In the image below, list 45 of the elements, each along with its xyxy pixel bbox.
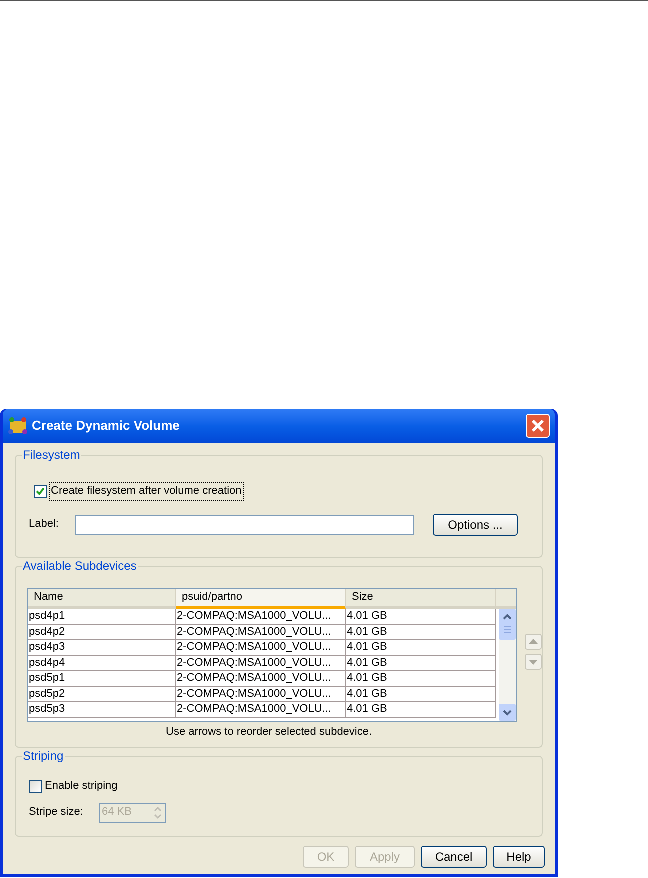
app-icon: [8, 417, 28, 435]
column-header[interactable]: psuid/partno: [176, 589, 346, 609]
table-cell: 2-COMPAQ:MSA1000_VOLU...: [176, 624, 346, 639]
window-title: Create Dynamic Volume: [32, 417, 181, 436]
hint-text: Use arrows to reorder selected subdevice.: [166, 725, 372, 740]
close-button[interactable]: [526, 414, 550, 438]
table-cell: psd5p3: [28, 702, 176, 716]
label-field[interactable]: [75, 514, 414, 534]
table-cell: psd4p3: [28, 640, 176, 654]
table-cell: 4.01 GB: [346, 671, 496, 686]
table-cell: 2-COMPAQ:MSA1000_VOLU...: [176, 656, 346, 670]
options-button[interactable]: Options ...: [433, 514, 518, 536]
group-title: Striping: [22, 748, 65, 764]
table-cell: 4.01 GB: [346, 686, 496, 701]
table-cell: psd5p1: [28, 671, 176, 686]
table-cell: 2-COMPAQ:MSA1000_VOLU...: [176, 640, 346, 654]
close-icon: [531, 419, 545, 433]
table-cell: 4.01 GB: [346, 702, 496, 716]
table-cell: 4.01 GB: [346, 640, 496, 654]
table-cell: psd5p2: [28, 686, 176, 701]
scroll-down-icon[interactable]: [499, 704, 516, 721]
table-cell: 2-COMPAQ:MSA1000_VOLU...: [176, 609, 346, 624]
checkbox[interactable]: [29, 780, 42, 793]
checkmark-icon: [36, 486, 45, 496]
scrollbar[interactable]: [499, 609, 516, 721]
dialog-button[interactable]: Cancel: [421, 846, 487, 868]
dialog-button[interactable]: Help: [493, 846, 545, 868]
checkbox-label: Create filesystem after volume creation: [49, 482, 244, 500]
table-cell: 4.01 GB: [346, 609, 496, 624]
table-cell: psd4p4: [28, 656, 176, 670]
table-cell: 2-COMPAQ:MSA1000_VOLU...: [176, 686, 346, 701]
table-cell: 4.01 GB: [346, 624, 496, 639]
table-cell: psd4p1: [28, 609, 176, 624]
checkbox[interactable]: [34, 484, 47, 498]
move-up-icon[interactable]: [525, 634, 542, 650]
field-label: Label:: [29, 517, 60, 532]
column-header[interactable]: Size: [346, 589, 496, 609]
table-cell: 2-COMPAQ:MSA1000_VOLU...: [176, 671, 346, 686]
group-title: Filesystem: [22, 447, 82, 463]
table-cell: psd4p2: [28, 624, 176, 639]
table-cell: 2-COMPAQ:MSA1000_VOLU...: [176, 702, 346, 716]
field-label: Stripe size:: [29, 805, 84, 820]
checkbox-label: Enable striping: [45, 779, 118, 794]
table-cell: 4.01 GB: [346, 656, 496, 670]
move-down-icon[interactable]: [525, 654, 542, 670]
